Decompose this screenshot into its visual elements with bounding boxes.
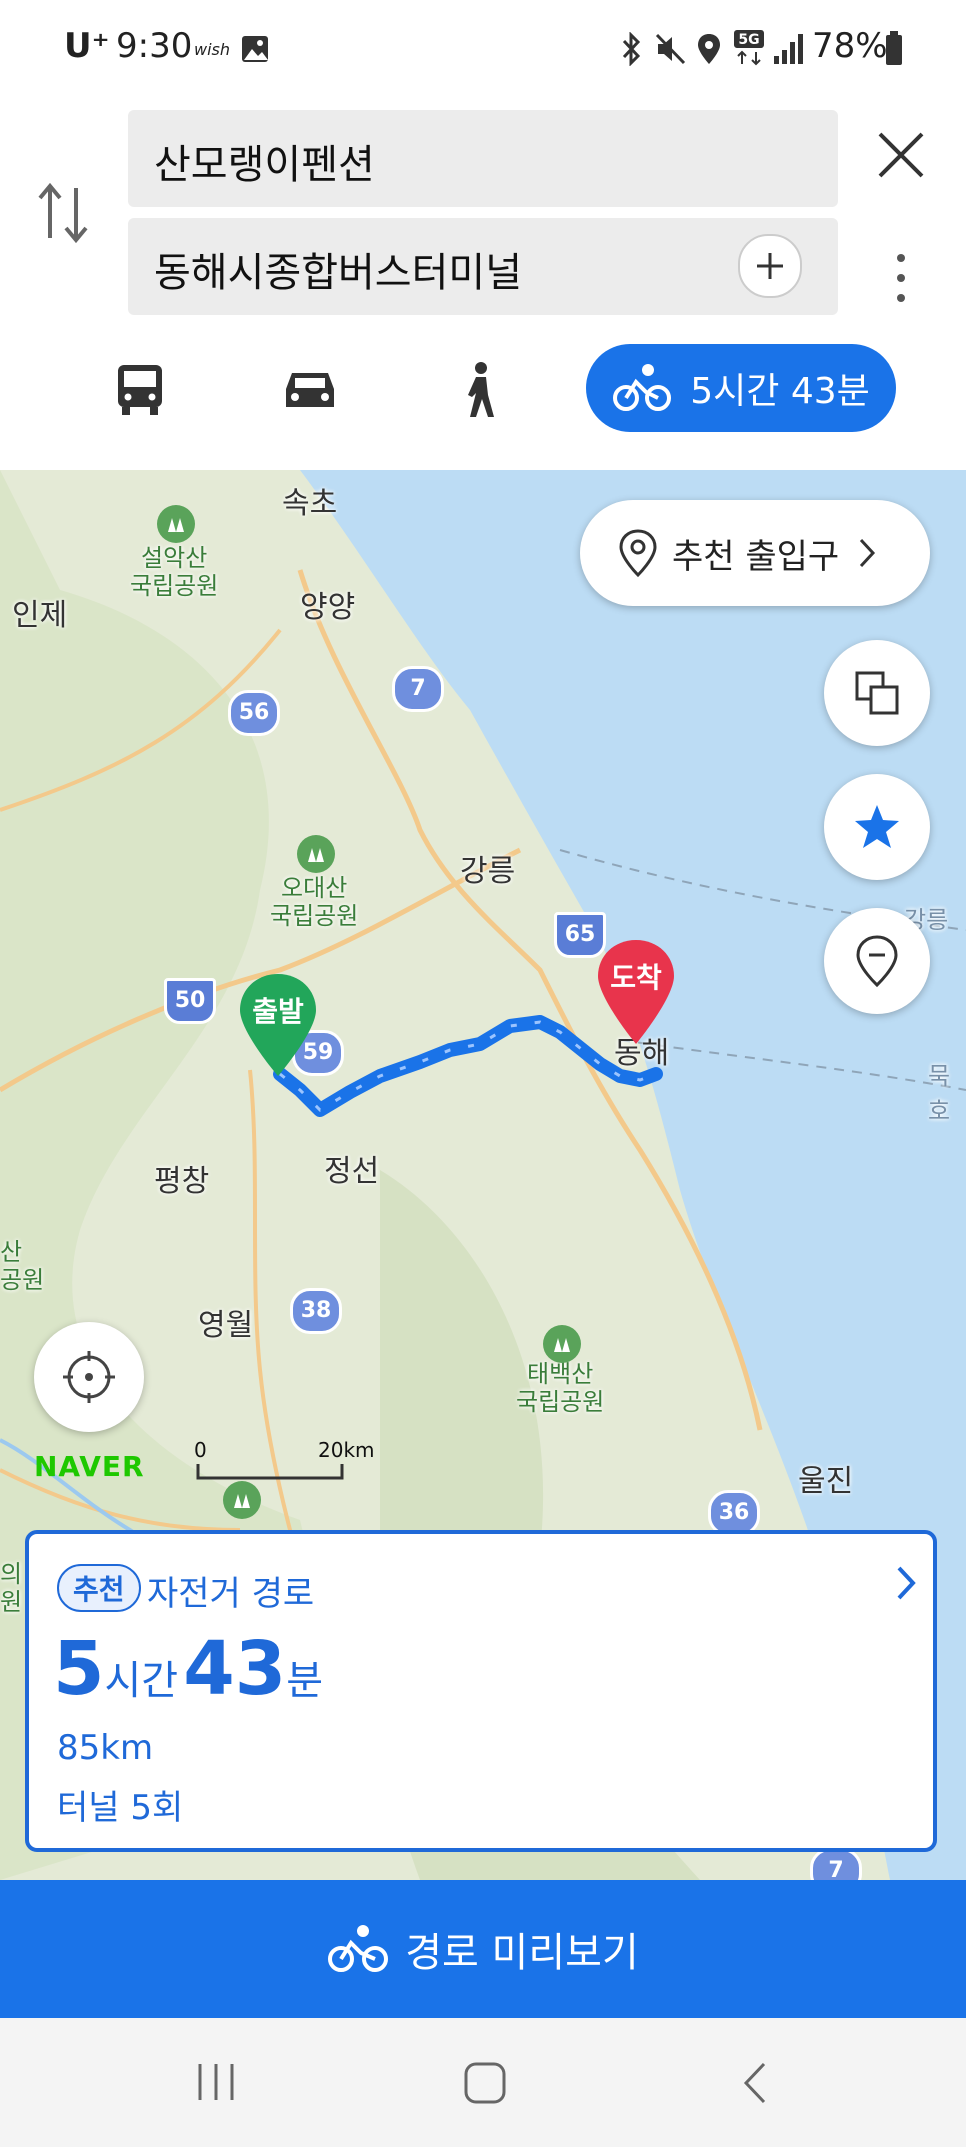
duration-hours-unit: 시간 — [104, 1658, 179, 1704]
map-label-inje: 인제 — [12, 598, 68, 633]
start-marker-label: 출발 — [252, 995, 304, 1028]
wish-label: wish — [194, 40, 231, 59]
park-icon — [297, 835, 335, 873]
scale-line — [196, 1464, 344, 1480]
map-label-mukho: 묵호 — [928, 1062, 951, 1125]
star-icon — [855, 805, 899, 848]
car-icon — [286, 373, 334, 407]
walk-icon — [468, 362, 494, 417]
park-icon — [157, 505, 195, 543]
map-label-taebaek: 태백산 국립공원 — [516, 1360, 605, 1416]
naver-logo: NAVER — [34, 1450, 145, 1483]
duration-minutes-unit: 분 — [286, 1658, 323, 1704]
map-label-gangneung: 강릉 — [460, 854, 516, 889]
distance: 85km — [57, 1728, 154, 1768]
map-label-yeongwol: 영월 — [198, 1308, 254, 1343]
map-label-pyeongchang: 평창 — [154, 1164, 210, 1199]
destination-input[interactable]: 동해시종합버스터미널 — [128, 218, 838, 315]
park-icon — [223, 1481, 261, 1519]
carrier-label: U⁺ — [64, 26, 110, 66]
map-label-jeongseon: 정선 — [324, 1154, 380, 1189]
map-label-yangyang: 양양 — [300, 590, 356, 625]
system-nav-bar — [0, 2018, 966, 2147]
duration: 5시간 43분 — [53, 1626, 323, 1716]
home-icon[interactable] — [462, 2060, 508, 2106]
tab-car[interactable] — [260, 340, 360, 440]
recent-apps-icon[interactable] — [194, 2060, 238, 2104]
route-result-card[interactable]: 추천 자전거 경로 5시간 43분 85km 터널 5회 — [25, 1530, 937, 1852]
park-icon — [543, 1325, 581, 1363]
add-waypoint-button[interactable] — [738, 234, 802, 298]
map-label-seorak: 설악산 국립공원 — [130, 544, 219, 600]
favorite-button[interactable] — [824, 774, 930, 880]
back-icon[interactable] — [740, 2060, 770, 2106]
my-location-button[interactable] — [34, 1322, 144, 1432]
pin-outline-icon — [619, 529, 657, 578]
swap-icon[interactable] — [36, 180, 92, 244]
map-label-left-park: 산 공원 — [0, 1238, 45, 1294]
5g-icon: 5G — [734, 30, 764, 66]
close-icon[interactable] — [876, 130, 926, 180]
gallery-icon — [242, 36, 268, 62]
signal-icon — [774, 34, 803, 64]
route-shield-7-south: 7 — [810, 1848, 862, 1880]
tab-bike[interactable]: 5시간 43분 — [586, 344, 896, 432]
layers-icon — [855, 671, 899, 715]
scale-zero: 0 — [194, 1438, 207, 1462]
end-marker-label: 도착 — [610, 961, 662, 994]
start-marker[interactable]: 출발 — [238, 970, 318, 1080]
map-label-uljin: 울진 — [798, 1464, 854, 1499]
bluetooth-icon — [622, 32, 641, 66]
map-label-left-park2: 의 원 — [0, 1560, 23, 1616]
recommend-entrance-button[interactable]: 추천 출입구 — [580, 500, 930, 606]
duration-hours: 5 — [53, 1626, 105, 1712]
bus-icon — [118, 365, 162, 415]
map-label-sokcho: 속초 — [282, 486, 338, 521]
duration-minutes: 43 — [183, 1626, 287, 1712]
route-header: 산모랭이펜션 동해시종합버스터미널 5시간 43분 — [0, 100, 966, 470]
pin-minus-icon — [856, 935, 898, 988]
chevron-right-icon[interactable] — [895, 1564, 917, 1602]
end-marker[interactable]: 도착 — [596, 936, 676, 1048]
more-icon[interactable] — [888, 250, 914, 306]
status-bar: U⁺ 9:30 wish 5G 78% — [0, 0, 966, 100]
bike-icon — [328, 1925, 389, 1972]
battery-percent: 78% — [812, 26, 888, 66]
route-shield-38: 38 — [290, 1288, 342, 1334]
crosshair-icon — [63, 1351, 115, 1403]
clock: 9:30 — [116, 26, 193, 66]
location-icon — [698, 34, 720, 64]
transport-mode-tabs: 5시간 43분 — [0, 340, 966, 440]
recommend-badge: 추천 — [57, 1564, 141, 1612]
preview-route-label: 경로 미리보기 — [405, 1930, 639, 1976]
route-shield-56: 56 — [228, 690, 280, 736]
tab-transit[interactable] — [90, 340, 190, 440]
svg-text:5G: 5G — [738, 32, 759, 48]
plus-icon — [757, 253, 783, 279]
origin-text: 산모랭이펜션 — [154, 142, 375, 188]
recommend-entrance-label: 추천 출입구 — [672, 536, 840, 577]
bike-duration: 5시간 43분 — [690, 371, 870, 412]
chevron-right-icon — [860, 538, 876, 568]
scale-max: 20km — [318, 1438, 375, 1462]
bike-icon — [613, 364, 672, 411]
place-button[interactable] — [824, 908, 930, 1014]
route-type: 자전거 경로 — [147, 1574, 315, 1614]
tab-walk[interactable] — [430, 340, 530, 440]
preview-route-button[interactable]: 경로 미리보기 — [0, 1880, 966, 2018]
route-shield-50: 50 — [164, 978, 216, 1024]
origin-input[interactable]: 산모랭이펜션 — [128, 110, 838, 207]
mute-icon — [655, 33, 686, 65]
battery-icon — [886, 31, 902, 65]
scale-bar: 0 20km — [194, 1438, 375, 1486]
layer-button[interactable] — [824, 640, 930, 746]
destination-text: 동해시종합버스터미널 — [154, 250, 522, 296]
tunnel-count: 터널 5회 — [57, 1788, 184, 1828]
route-shield-7: 7 — [392, 666, 444, 712]
map-label-odae: 오대산 국립공원 — [270, 874, 359, 930]
